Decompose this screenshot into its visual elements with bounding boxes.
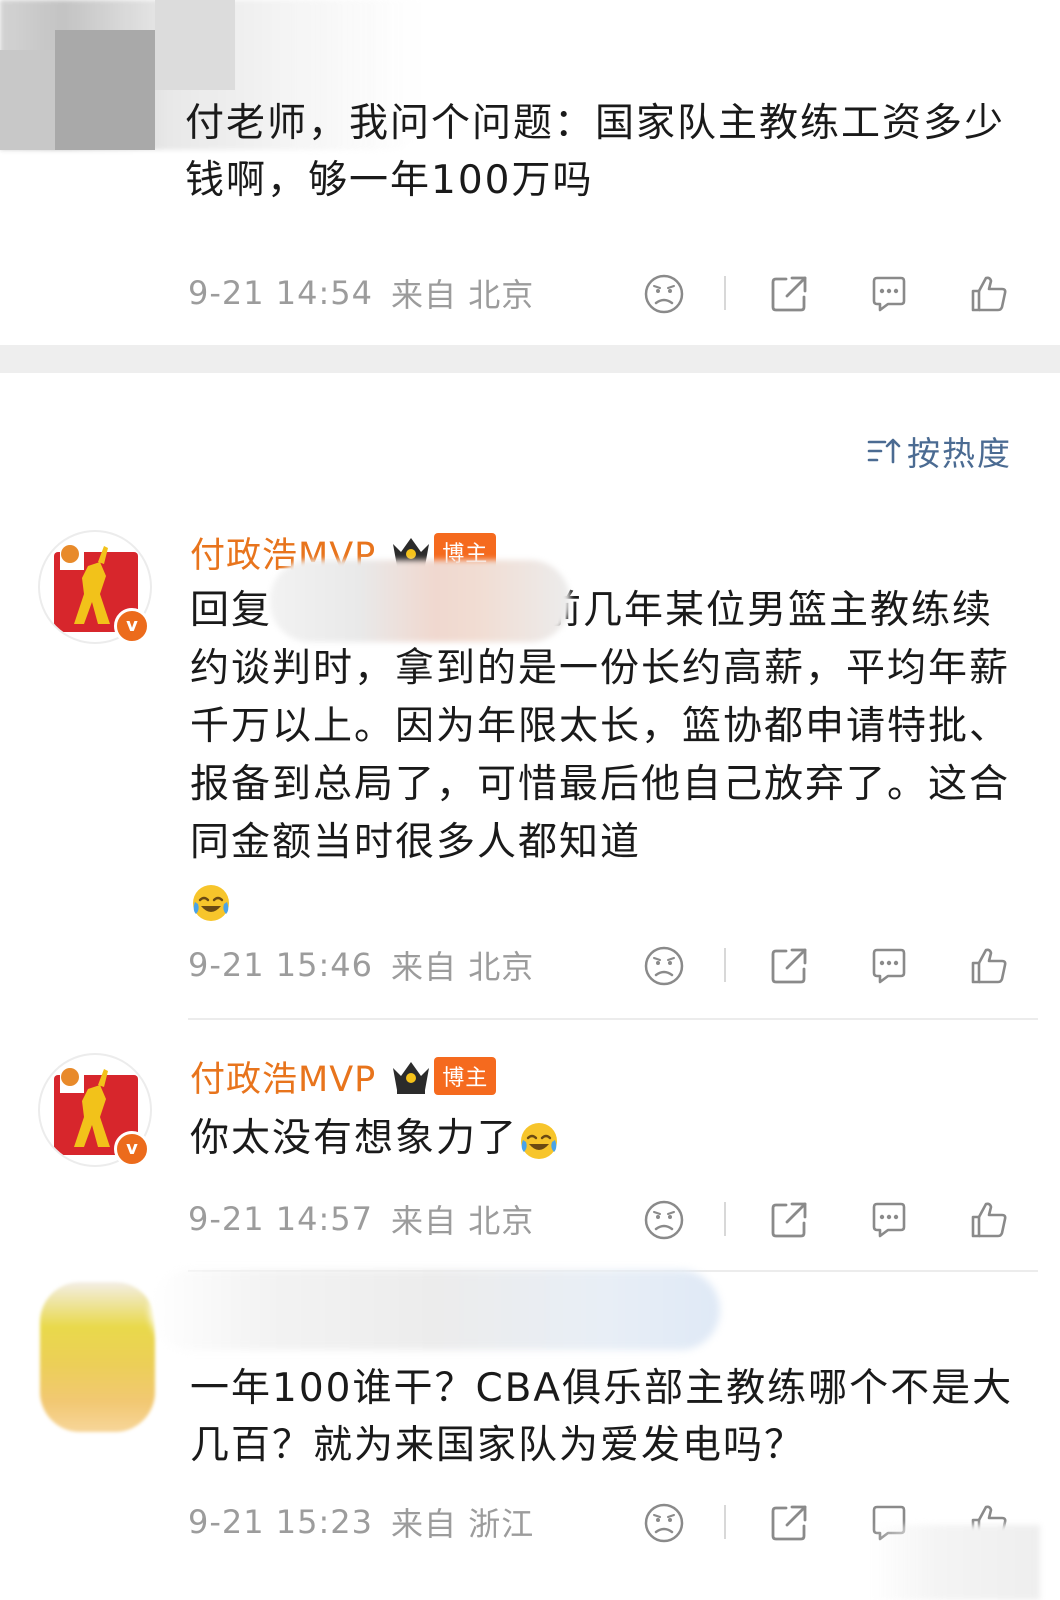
section-divider (0, 345, 1060, 373)
comment-meta: 9-21 15:46 来自 北京 (188, 940, 1028, 990)
laugh-cry-emoji (193, 884, 229, 921)
dislike-face-icon[interactable] (643, 1502, 685, 1544)
watermark-blur (870, 1525, 1040, 1600)
comment-divider (188, 1018, 1038, 1020)
reply-prefix: 回复 (190, 588, 273, 633)
action-divider (724, 276, 726, 310)
blurred-avatar-part (0, 50, 55, 150)
comment-location: 来自 北京 (391, 1202, 535, 1240)
thumbs-up-icon[interactable] (968, 273, 1010, 315)
reply-text: 你太没有想象力了 (190, 1110, 1020, 1167)
laugh-cry-emoji (521, 1122, 558, 1159)
dislike-face-icon[interactable] (643, 273, 685, 315)
comment-meta: 9-21 14:54 来自 北京 (188, 268, 1028, 318)
comment-actions (638, 268, 1038, 318)
comment-time: 9-21 15:23 (188, 1503, 374, 1541)
comment-meta: 9-21 14:57 来自 北京 (188, 1194, 1028, 1244)
crown-icon (393, 1062, 430, 1094)
sort-by-hot-button[interactable]: 按热度 (865, 428, 1012, 474)
comment-time: 9-21 15:46 (188, 946, 374, 984)
thumbs-up-icon[interactable] (968, 945, 1010, 987)
blogger-badge: 博主 (434, 1057, 497, 1095)
action-divider (724, 1505, 726, 1539)
verified-badge-icon: v (114, 1131, 150, 1167)
blurred-avatar-part (155, 0, 235, 90)
comment-time: 9-21 14:57 (188, 1200, 374, 1238)
share-icon[interactable] (768, 945, 810, 987)
comment-actions (638, 940, 1038, 990)
share-icon[interactable] (768, 1199, 810, 1241)
blurred-avatar-part (55, 30, 155, 150)
dislike-face-icon[interactable] (643, 945, 685, 987)
thumbs-up-icon[interactable] (968, 1199, 1010, 1241)
comment-icon[interactable] (868, 945, 910, 987)
blurred-avatar (40, 1282, 155, 1432)
reply-text: 一年100谁干？CBA俱乐部主教练哪个不是大几百？就为来国家队为爱发电吗？ (190, 1366, 1014, 1468)
comment-location: 来自 北京 (391, 948, 535, 986)
action-divider (724, 1202, 726, 1236)
share-icon[interactable] (768, 273, 810, 315)
comment-text: 付老师，我问个问题：国家队主教练工资多少钱啊，够一年100万吗 (185, 101, 1006, 203)
username: 付政浩MVP (190, 1059, 377, 1100)
redacted-mention (270, 560, 570, 642)
sort-icon (867, 438, 901, 464)
comment-location: 来自 浙江 (391, 1505, 535, 1543)
action-divider (724, 948, 726, 982)
share-icon[interactable] (768, 1502, 810, 1544)
reply-body: 你太没有想象力了 (190, 1116, 519, 1161)
sort-label: 按热度 (907, 434, 1012, 473)
verified-badge-icon: v (114, 608, 150, 644)
comment-location: 来自 北京 (391, 276, 535, 314)
top-comment: 付老师，我问个问题：国家队主教练工资多少钱啊，够一年100万吗 9-21 14:… (0, 0, 1060, 345)
blurred-username (150, 1270, 720, 1350)
comment-icon[interactable] (868, 1199, 910, 1241)
comment-author[interactable]: 付政浩MVP 博主 (190, 1052, 497, 1100)
comment-time: 9-21 14:54 (188, 274, 374, 312)
comment-icon[interactable] (868, 273, 910, 315)
dislike-face-icon[interactable] (643, 1199, 685, 1241)
comment-actions (638, 1194, 1038, 1244)
